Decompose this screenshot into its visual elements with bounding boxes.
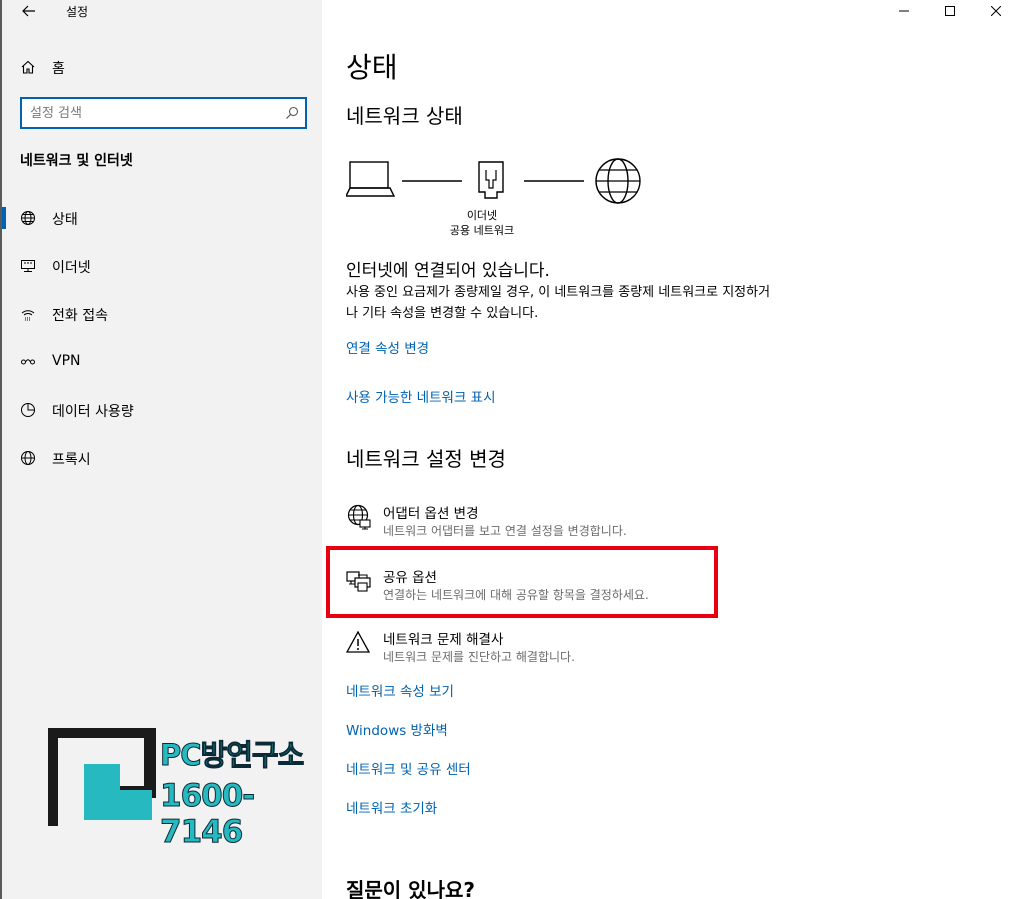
- sidebar-item-label: 데이터 사용량: [52, 404, 134, 420]
- home-icon: [21, 60, 35, 74]
- sidebar-item-proxy[interactable]: 프록시: [2, 438, 322, 478]
- sharing-options-desc: 연결하는 네트워크에 대해 공유할 항목을 결정하세요.: [383, 588, 649, 602]
- sidebar-item-home[interactable]: 홈: [2, 52, 322, 82]
- sidebar-item-ethernet[interactable]: 이더넷: [2, 246, 322, 286]
- close-icon: [991, 6, 1001, 16]
- maximize-icon: [945, 6, 955, 16]
- back-arrow-icon: [22, 5, 35, 17]
- promo-brand: PC방연구소: [159, 738, 304, 773]
- minimize-button[interactable]: [881, 0, 927, 22]
- maximize-button[interactable]: [927, 0, 973, 22]
- minimize-icon: [899, 10, 909, 12]
- sidebar-item-label: VPN: [52, 353, 81, 369]
- network-diagram: [346, 158, 641, 204]
- internet-globe-icon: [595, 158, 641, 204]
- show-available-networks-link[interactable]: 사용 가능한 네트워크 표시: [346, 386, 496, 406]
- adapter-options-title: 어댑터 옵션 변경: [383, 506, 479, 522]
- sidebar-item-dial-up[interactable]: 전화 접속: [2, 294, 322, 334]
- sidebar-item-label: 상태: [52, 212, 78, 228]
- network-reset-link[interactable]: 네트워크 초기화: [346, 797, 437, 817]
- change-connection-properties-link[interactable]: 연결 속성 변경: [346, 337, 429, 357]
- troubleshooter-desc: 네트워크 문제를 진단하고 해결합니다.: [383, 650, 575, 664]
- connection-status-desc: 사용 중인 요금제가 종량제일 경우, 이 네트워크를 종량제 네트워크로 지정…: [346, 285, 771, 321]
- promo-banner: PC방연구소 1600-7146: [48, 728, 318, 851]
- brand-logo-icon: [48, 728, 156, 826]
- network-status-heading: 네트워크 상태: [346, 104, 463, 128]
- sharing-options-title: 공유 옵션: [383, 570, 437, 586]
- window-controls: [881, 0, 1019, 22]
- adapter-options-desc: 네트워크 어댑터를 보고 연결 설정을 변경합니다.: [383, 524, 627, 538]
- network-troubleshooter-item[interactable]: 네트워크 문제 해결사 네트워크 문제를 진단하고 해결합니다.: [346, 628, 706, 672]
- sharing-printer-icon: [346, 571, 371, 592]
- sidebar: 설정 홈 네트워크 및 인터넷 상태 이더넷 전화 접속 VPN 데이터 사용량…: [0, 0, 322, 899]
- connection-status: 인터넷에 연결되어 있습니다.: [346, 261, 550, 281]
- close-button[interactable]: [973, 0, 1019, 22]
- network-sharing-center-link[interactable]: 네트워크 및 공유 센터: [346, 758, 471, 778]
- sidebar-item-label: 이더넷: [52, 260, 91, 276]
- laptop-icon: [346, 161, 396, 197]
- globe-icon: [21, 451, 35, 465]
- diagram-caption-network: 공용 네트워크: [449, 224, 515, 237]
- back-button[interactable]: [14, 0, 44, 22]
- home-label: 홈: [52, 61, 65, 77]
- ethernet-icon: [21, 260, 35, 272]
- sidebar-item-label: 프록시: [52, 452, 91, 468]
- view-network-properties-link[interactable]: 네트워크 속성 보기: [346, 680, 454, 700]
- diagram-caption-adapter: 이더넷: [466, 209, 498, 222]
- vpn-icon: [21, 359, 35, 365]
- question-heading: 질문이 있나요?: [346, 878, 475, 899]
- adapter-globe-icon: [347, 504, 371, 530]
- sidebar-item-data-usage[interactable]: 데이터 사용량: [2, 390, 322, 430]
- sharing-options-item[interactable]: 공유 옵션 연결하는 네트워크에 대해 공유할 항목을 결정하세요.: [346, 566, 706, 610]
- dial-up-icon: [21, 310, 35, 321]
- ethernet-port-icon: [478, 161, 504, 199]
- troubleshooter-title: 네트워크 문제 해결사: [383, 632, 504, 648]
- warning-icon: [346, 630, 371, 653]
- search-box[interactable]: [20, 97, 307, 129]
- data-usage-icon: [21, 403, 35, 417]
- sidebar-item-vpn[interactable]: VPN: [2, 342, 322, 382]
- globe-status-icon: [21, 211, 35, 225]
- sidebar-item-label: 전화 접속: [52, 308, 108, 324]
- selection-indicator: [2, 207, 6, 229]
- section-title: 네트워크 및 인터넷: [20, 153, 133, 169]
- main-content: 상태 네트워크 상태 이더넷 공용 네트워크 인터넷에 연결되어 있습니다. 사…: [322, 0, 1019, 899]
- sidebar-item-status[interactable]: 상태: [2, 198, 322, 238]
- promo-phone: 1600-7146: [160, 778, 256, 851]
- search-input[interactable]: [30, 103, 280, 123]
- page-title: 상태: [346, 51, 398, 84]
- change-settings-heading: 네트워크 설정 변경: [346, 447, 506, 471]
- windows-firewall-link[interactable]: Windows 방화벽: [346, 719, 448, 739]
- window-title: 설정: [66, 5, 89, 19]
- search-icon[interactable]: [285, 106, 299, 120]
- adapter-options-item[interactable]: 어댑터 옵션 변경 네트워크 어댑터를 보고 연결 설정을 변경합니다.: [346, 502, 706, 546]
